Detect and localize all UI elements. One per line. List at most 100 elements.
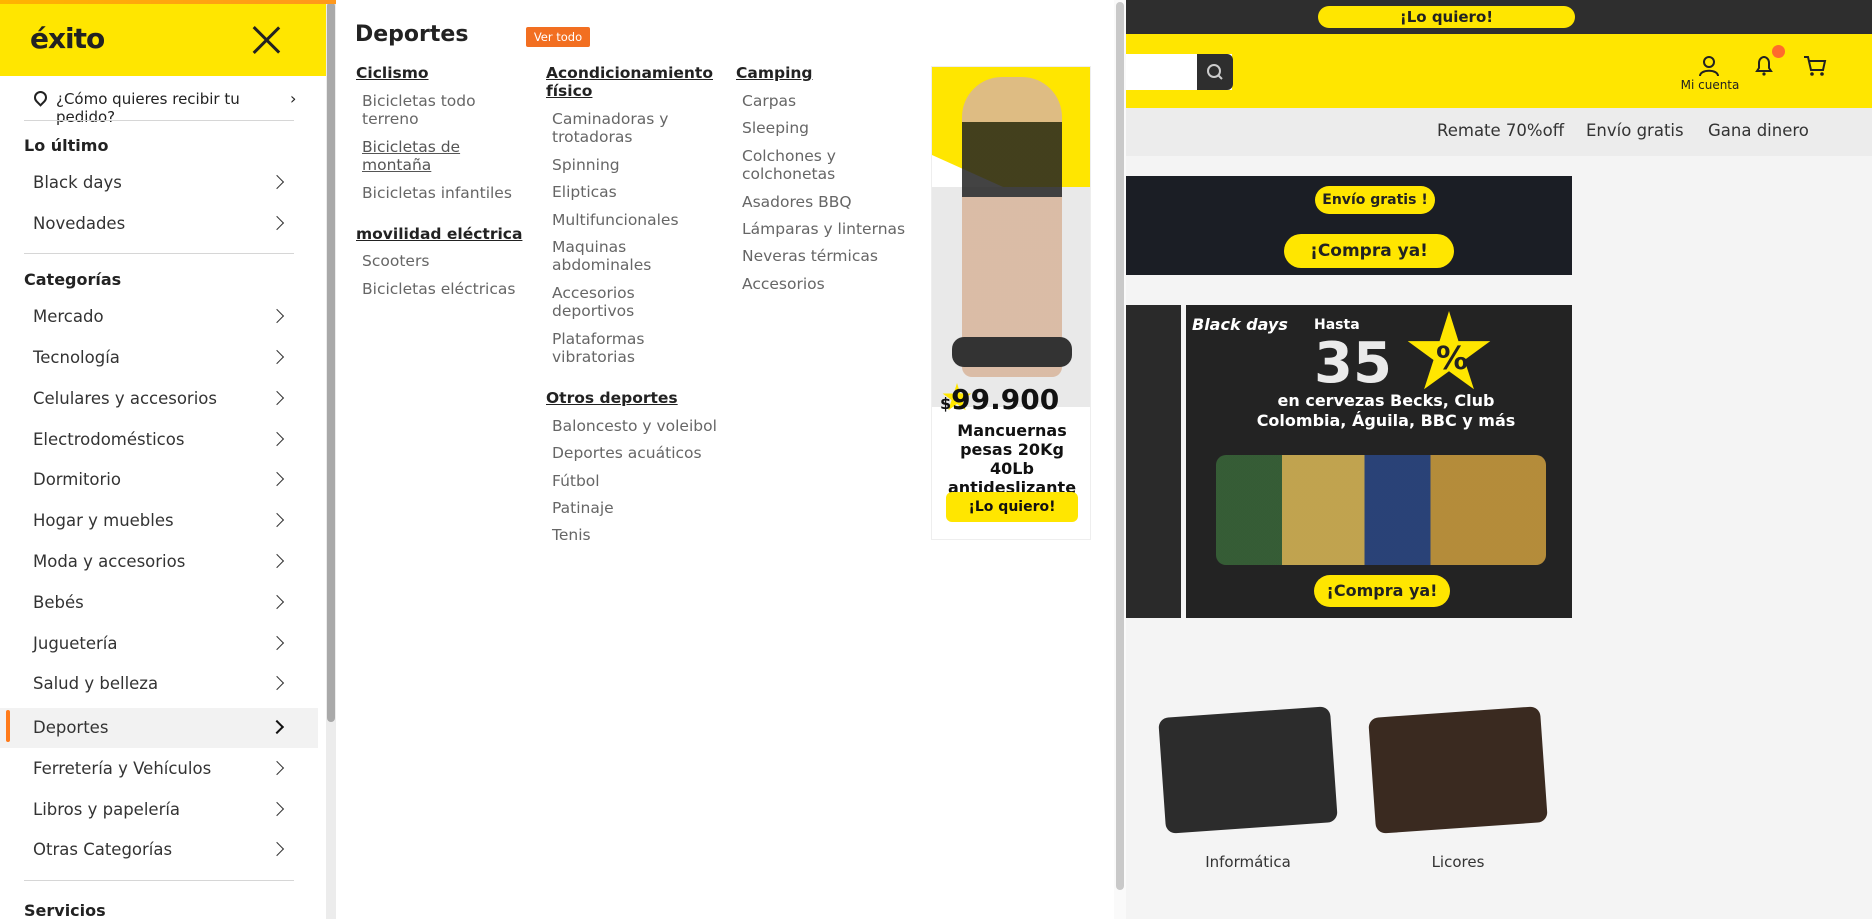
sidebar-item-label: Juguetería [33,634,118,653]
link-plataformas-vibratorias[interactable]: Plataformas vibratorias [552,330,682,366]
search-button[interactable] [1197,54,1233,90]
promo-dumbbells-banner[interactable]: $99.900 Mancuernas pesas 20Kg 40Lb antid… [931,66,1091,540]
shipping-cta[interactable]: ¡Compra ya! [1284,234,1454,268]
sidebar-item-bebes[interactable]: Bebés [0,585,318,621]
link-futbol[interactable]: Fútbol [552,472,600,490]
divider [24,880,294,881]
sidebar-item-label: Deportes [33,718,109,737]
link-spinning[interactable]: Spinning [552,156,620,174]
promo-cta-button[interactable]: ¡Lo quiero! [946,492,1078,522]
black-days-label: Black days [1192,315,1288,334]
link-colchones[interactable]: Colchones y colchonetas [742,147,872,183]
sidebar-item-ferreteria[interactable]: Ferretería y Vehículos [0,751,318,787]
sidebar-item-black-days[interactable]: Black days [0,165,318,201]
category-image-licores[interactable] [1368,706,1548,834]
nav-link-envio[interactable]: Envío gratis [1586,121,1684,140]
group-head-otros-deportes[interactable]: Otros deportes [546,389,678,407]
chevron-right-icon [269,675,285,691]
chevron-right-icon [269,801,285,817]
divider [24,120,294,121]
link-sleeping[interactable]: Sleeping [742,119,809,137]
sidebar-item-electrodomesticos[interactable]: Electrodomésticos [0,422,318,458]
link-accesorios-camping[interactable]: Accesorios [742,275,825,293]
link-neveras[interactable]: Neveras térmicas [742,247,922,265]
link-bicicletas-montana[interactable]: Bicicletas de montaña [362,138,512,174]
promo-dumbbell-image [952,337,1072,367]
location-pin-icon [31,88,50,107]
link-bicicletas-electricas[interactable]: Bicicletas eléctricas [362,280,542,298]
group-head-ciclismo[interactable]: Ciclismo [356,64,429,82]
sidebar-item-label: Tecnología [33,348,120,367]
chevron-right-icon [269,390,285,406]
delivery-selector[interactable]: ¿Cómo quieres recibir tu pedido? › [28,88,300,126]
chevron-right-icon [269,308,285,324]
promo-description: Mancuernas pesas 20Kg 40Lb antideslizant… [947,421,1077,497]
sidebar-item-label: Electrodomésticos [33,430,185,449]
sidebar-item-label: Black days [33,173,122,192]
sidebar-item-salud[interactable]: Salud y belleza [0,666,318,702]
link-deportes-acuaticos[interactable]: Deportes acuáticos [552,444,752,462]
group-head-acondicionamiento[interactable]: Acondicionamiento físico [546,64,721,100]
link-lamparas[interactable]: Lámparas y linternas [742,220,922,238]
link-tenis[interactable]: Tenis [552,526,591,544]
chevron-right-icon [269,512,285,528]
link-multifuncionales[interactable]: Multifuncionales [552,211,732,229]
sidebar-item-otras[interactable]: Otras Categorías [0,832,318,868]
chevron-right-icon [269,174,285,190]
sidebar-scrollbar-thumb[interactable] [327,2,335,722]
link-bicicletas-infantiles[interactable]: Bicicletas infantiles [362,184,542,202]
sidebar-item-label: Moda y accesorios [33,552,186,571]
link-carpas[interactable]: Carpas [742,92,796,110]
link-asadores[interactable]: Asadores BBQ [742,193,922,211]
nav-link-gana[interactable]: Gana dinero [1708,121,1809,140]
link-caminadoras[interactable]: Caminadoras y trotadoras [552,110,702,146]
user-icon[interactable] [1697,54,1721,78]
sidebar-item-jugueteria[interactable]: Juguetería [0,626,318,662]
sidebar-item-dormitorio[interactable]: Dormitorio [0,462,318,498]
category-label-licores[interactable]: Licores [1372,853,1544,871]
link-accesorios-deportivos[interactable]: Accesorios deportivos [552,284,682,320]
sidebar-item-label: Ferretería y Vehículos [33,759,212,778]
group-head-camping[interactable]: Camping [736,64,813,82]
link-scooters[interactable]: Scooters [362,252,429,270]
sidebar-item-deportes[interactable]: Deportes [0,708,318,748]
sidebar-item-label: Novedades [33,214,126,233]
sidebar-item-libros[interactable]: Libros y papelería [0,792,318,828]
link-elipticas[interactable]: Elipticas [552,183,617,201]
link-patinaje[interactable]: Patinaje [552,499,614,517]
exito-logo[interactable]: éxito [30,22,105,55]
sidebar-item-label: Otras Categorías [33,840,173,859]
chevron-right-icon: › [290,89,297,108]
category-label-informatica[interactable]: Informática [1162,853,1334,871]
sidebar-item-tecnologia[interactable]: Tecnología [0,340,318,376]
bell-icon[interactable] [1752,53,1776,77]
top-cta-button[interactable]: ¡Lo quiero! [1318,6,1575,28]
account-label[interactable]: Mi cuenta [1672,78,1748,92]
sidebar-item-novedades[interactable]: Novedades [0,206,318,242]
see-all-button[interactable]: Ver todo [526,27,590,47]
close-menu-button[interactable] [250,24,282,56]
link-bicicletas-todo-terreno[interactable]: Bicicletas todo terreno [362,92,512,128]
sidebar-item-label: Hogar y muebles [33,511,174,530]
section-title-latest: Lo último [24,136,109,155]
beer-promo-cta[interactable]: ¡Compra ya! [1314,575,1450,607]
sidebar-item-label: Celulares y accesorios [33,389,217,408]
mega-menu-scrollbar-thumb[interactable] [1116,2,1124,890]
category-image-informatica[interactable] [1158,706,1338,834]
sidebar-item-moda[interactable]: Moda y accesorios [0,544,318,580]
link-maquinas-abdominales[interactable]: Maquinas abdominales [552,238,682,274]
promo-price: $99.900 [940,383,1060,416]
chevron-right-icon [269,553,285,569]
promo-number: 35 [1314,331,1392,396]
divider [24,253,294,254]
chevron-right-icon [269,471,285,487]
beer-promo-banner[interactable]: Black days Hasta 35 % en cervezas Becks,… [1186,305,1572,618]
group-head-movilidad[interactable]: movilidad eléctrica [356,225,522,243]
nav-link-remate[interactable]: Remate 70%off [1437,121,1564,140]
link-baloncesto[interactable]: Baloncesto y voleibol [552,417,752,435]
sidebar-menu: éxito ¿Cómo quieres recibir tu pedido? ›… [0,0,326,919]
sidebar-item-mercado[interactable]: Mercado [0,299,318,335]
sidebar-item-celulares[interactable]: Celulares y accesorios [0,381,318,417]
sidebar-item-hogar[interactable]: Hogar y muebles [0,503,318,539]
cart-icon[interactable] [1802,54,1828,78]
